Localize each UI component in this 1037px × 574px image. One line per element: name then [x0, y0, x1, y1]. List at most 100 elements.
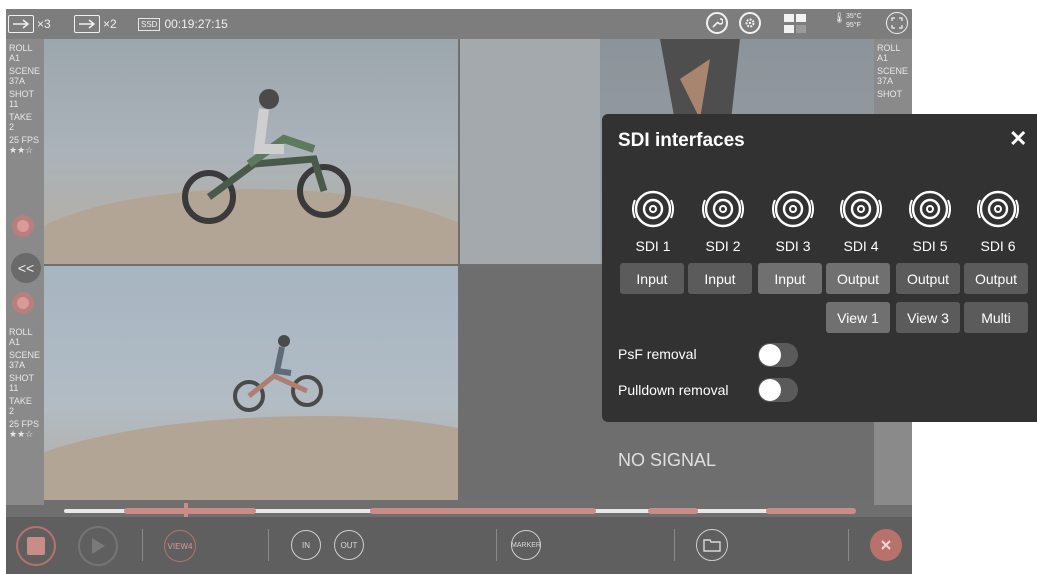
- sdi-4-view-button[interactable]: View 1: [826, 302, 890, 333]
- sdi-port-1: SDI 1: [621, 186, 685, 254]
- bnc-connector-icon: [632, 190, 674, 228]
- scene-label: SCENE: [9, 66, 41, 76]
- clip-metadata-right: ROLL A1 SCENE 37A SHOT: [874, 39, 912, 99]
- psf-removal-toggle[interactable]: [758, 343, 798, 367]
- psf-removal-label: PsF removal: [618, 346, 697, 362]
- fullscreen-icon[interactable]: [886, 12, 908, 34]
- mark-out-button[interactable]: OUT: [334, 530, 364, 560]
- timeline-segment[interactable]: [648, 508, 698, 514]
- play-button[interactable]: [78, 526, 118, 566]
- view-label: VIEW4: [167, 541, 193, 551]
- port-name: SDI 3: [775, 238, 811, 254]
- roll-value: A1: [877, 53, 889, 63]
- scene-value: 37A: [9, 76, 26, 86]
- channel-a-label: ×3: [37, 17, 51, 31]
- close-icon: ✕: [1009, 126, 1028, 151]
- fps-value: 25 FPS: [9, 419, 40, 429]
- sdi-1-mode-button[interactable]: Input: [620, 263, 684, 294]
- bnc-connector-icon: [772, 190, 814, 228]
- record-indicator[interactable]: [12, 215, 34, 237]
- media-badge: SSD: [138, 17, 161, 31]
- clip-metadata-top: ROLL A1 SCENE 37A SHOT 11 TAKE 2 25 FPS …: [6, 39, 44, 155]
- pulldown-removal-label: Pulldown removal: [618, 382, 729, 398]
- take-label: TAKE: [9, 396, 32, 406]
- fps-value: 25 FPS: [9, 135, 40, 145]
- monitor-app: ×3 ×2 SSD 00:19:27:15 🌡 35°C 95°F ROLL A…: [0, 0, 1037, 574]
- port-name: SDI 4: [843, 238, 879, 254]
- dialog-title: SDI interfaces: [618, 130, 745, 151]
- port-name: SDI 1: [635, 238, 671, 254]
- in-label: IN: [302, 540, 310, 550]
- folder-icon: [703, 539, 721, 552]
- channel-b-indicator[interactable]: ×2: [74, 13, 117, 35]
- sdi-port-4: SDI 4: [829, 186, 893, 254]
- pulldown-removal-toggle[interactable]: [758, 378, 798, 402]
- top-bar: ×3 ×2 SSD 00:19:27:15 🌡 35°C 95°F: [6, 9, 912, 39]
- sdi-3-mode-button[interactable]: Input: [758, 263, 822, 294]
- video-view-3[interactable]: [44, 266, 458, 500]
- timeline-segment[interactable]: [124, 508, 256, 514]
- scene-value: 37A: [9, 360, 26, 370]
- channel-b-label: ×2: [103, 17, 117, 31]
- no-signal-label: NO SIGNAL: [617, 450, 717, 470]
- timecode: 00:19:27:15: [164, 17, 228, 31]
- sdi-5-mode-button[interactable]: Output: [896, 263, 960, 294]
- divider: [268, 529, 269, 561]
- open-folder-button[interactable]: [696, 529, 728, 561]
- roll-label: ROLL: [9, 43, 33, 53]
- sdi-6-view-button[interactable]: Multi: [964, 302, 1028, 333]
- scene-label: SCENE: [877, 66, 909, 76]
- record-button[interactable]: [16, 526, 56, 566]
- marker-button[interactable]: MARKER: [511, 530, 541, 560]
- sdi-6-mode-button[interactable]: Output: [964, 263, 1028, 294]
- sky-area: [460, 39, 600, 264]
- collapse-panel-button[interactable]: <<: [11, 253, 41, 283]
- rating-stars[interactable]: ★★☆: [9, 145, 44, 155]
- divider: [142, 529, 143, 561]
- roll-label: ROLL: [9, 327, 33, 337]
- channel-a-indicator[interactable]: ×3: [8, 13, 51, 35]
- sdi-4-mode-button[interactable]: Output: [826, 263, 890, 294]
- layout-grid-icon[interactable]: [784, 14, 808, 34]
- arrow-right-icon: [74, 15, 100, 33]
- close-icon: [881, 540, 891, 550]
- temp-fahrenheit: 95°F: [846, 22, 861, 29]
- video-view-1[interactable]: [44, 39, 458, 264]
- port-name: SDI 2: [705, 238, 741, 254]
- mark-in-button[interactable]: IN: [291, 530, 321, 560]
- thermometer-icon: 🌡: [833, 13, 846, 24]
- clip-metadata-bottom: ROLL A1 SCENE 37A SHOT 11 TAKE 2 25 FPS …: [6, 327, 40, 439]
- clip-timeline[interactable]: [6, 503, 912, 519]
- shot-label: SHOT: [9, 89, 35, 99]
- take-label: TAKE: [9, 112, 32, 122]
- transport-bar: VIEW4 IN OUT MARKER: [6, 517, 912, 574]
- out-label: OUT: [340, 540, 358, 550]
- shot-value: 11: [9, 383, 19, 393]
- divider: [496, 529, 497, 561]
- sdi-2-mode-button[interactable]: Input: [688, 263, 752, 294]
- gear-icon[interactable]: [739, 12, 761, 34]
- sand-dune: [44, 416, 458, 500]
- wrench-icon[interactable]: [706, 12, 728, 34]
- port-name: SDI 5: [912, 238, 948, 254]
- bnc-connector-icon: [702, 190, 744, 228]
- timeline-segment[interactable]: [766, 508, 856, 514]
- port-name: SDI 6: [980, 238, 1016, 254]
- delete-button[interactable]: [870, 529, 902, 561]
- take-value: 2: [9, 406, 15, 416]
- sdi-5-view-button[interactable]: View 3: [896, 302, 960, 333]
- temperature-readout: 🌡 35°C 95°F: [833, 12, 862, 30]
- divider: [674, 529, 675, 561]
- close-dialog-button[interactable]: ✕: [1009, 126, 1027, 152]
- bnc-connector-icon: [840, 190, 882, 228]
- scene-label: SCENE: [9, 350, 41, 360]
- take-value: 2: [9, 122, 15, 132]
- sdi-port-2: SDI 2: [691, 186, 755, 254]
- view-select-button[interactable]: VIEW4: [164, 530, 196, 562]
- sdi-interfaces-dialog: SDI interfaces ✕ SDI 1 SDI 2 SDI 3 SDI 4…: [602, 114, 1037, 422]
- toggle-knob: [759, 379, 781, 401]
- rating-stars[interactable]: ★★☆: [9, 429, 40, 439]
- divider: [848, 529, 849, 561]
- timeline-segment[interactable]: [370, 508, 596, 514]
- record-indicator[interactable]: [12, 292, 34, 314]
